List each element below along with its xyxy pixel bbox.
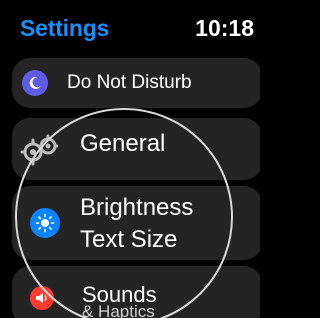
watch-screen: Settings 10:18 Do Not Disturb General Br… <box>0 0 260 318</box>
page-title: Settings <box>20 15 110 41</box>
speaker-icon <box>30 286 54 310</box>
settings-item-brightness-text-size[interactable]: Brightness Text Size <box>12 186 260 260</box>
moon-icon <box>22 70 48 96</box>
settings-item-label-line1: Brightness <box>80 194 194 221</box>
settings-item-label-line2: & Haptics <box>82 302 155 318</box>
settings-item-label: Do Not Disturb <box>67 72 192 93</box>
header: Settings 10:18 <box>0 0 260 58</box>
settings-item-label-line2: Text Size <box>80 226 178 253</box>
settings-item-do-not-disturb[interactable]: Do Not Disturb <box>12 58 260 108</box>
settings-item-sounds-haptics[interactable]: Sounds & Haptics <box>12 266 260 318</box>
sun-icon <box>30 208 60 238</box>
gear-icon <box>20 132 58 166</box>
settings-item-general[interactable]: General <box>12 118 260 180</box>
clock-time: 10:18 <box>195 15 254 41</box>
settings-item-label: General <box>80 130 166 157</box>
